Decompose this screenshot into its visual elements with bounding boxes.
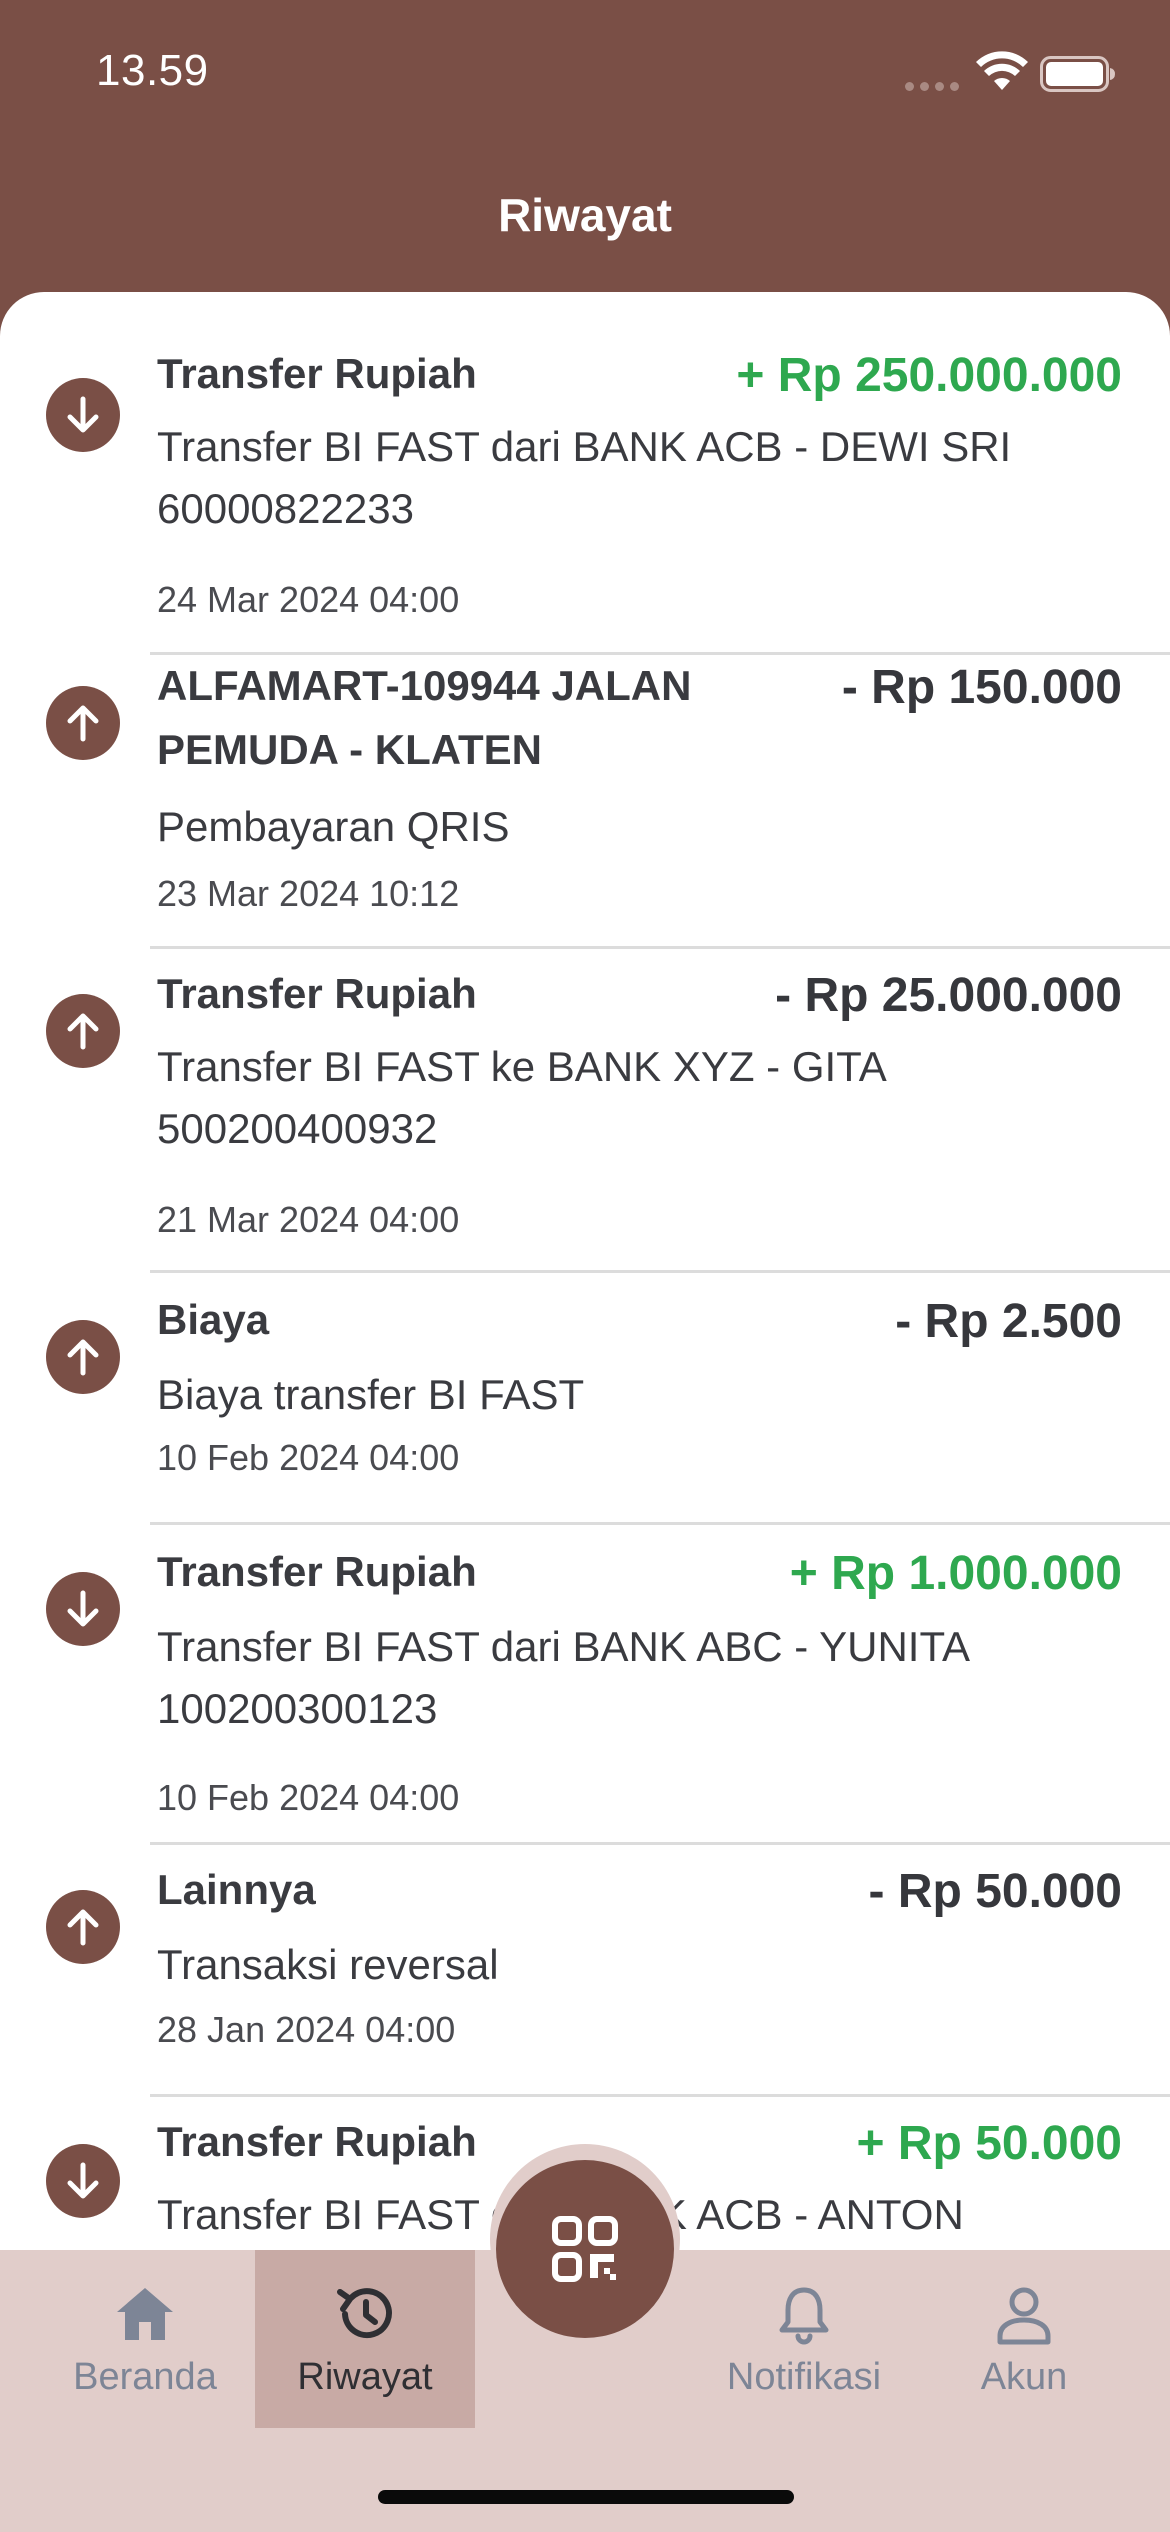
transaction-title: Transfer Rupiah (157, 2118, 477, 2165)
transaction-title: Lainnya (157, 1866, 316, 1913)
home-icon (117, 2288, 173, 2340)
transaction-description: Transfer BI FAST dari BANK ACB - DEWI SR… (157, 423, 1012, 532)
transaction-description: Transfer BI FAST dari BANK ABC - YUNITA … (157, 1623, 968, 1732)
user-icon (997, 2287, 1051, 2345)
transaction-title: Biaya (157, 1296, 270, 1343)
battery-icon (1040, 56, 1115, 92)
tab-label: Beranda (73, 2356, 217, 2398)
transaction-amount: + Rp 50.000 (856, 2117, 1123, 2170)
history-icon (337, 2288, 392, 2339)
cellular-signal-icon (905, 82, 961, 92)
arrow-down-icon (46, 2144, 120, 2218)
arrow-up-icon (46, 686, 120, 760)
transaction-title: ALFAMART-109944 JALAN PEMUDA - KLATEN (157, 662, 692, 773)
tab-akun[interactable]: Akun (914, 2250, 1134, 2428)
transaction-description: Transaksi reversal (157, 1941, 499, 1988)
transaction-description: Biaya transfer BI FAST (157, 1371, 585, 1418)
transaction-date: 24 Mar 2024 04:00 (157, 579, 460, 620)
transaction-date: 23 Mar 2024 10:12 (157, 873, 460, 914)
tab-label: Notifikasi (726, 2356, 882, 2398)
arrow-up-icon (46, 1890, 120, 1964)
bell-icon (779, 2287, 829, 2345)
wifi-icon (976, 51, 1028, 90)
arrow-up-icon (46, 994, 120, 1068)
page-title: Riwayat (498, 189, 672, 241)
status-bar: 13.59 (0, 0, 1170, 150)
status-time: 13.59 (96, 46, 209, 95)
tab-label: Riwayat (297, 2356, 433, 2398)
transaction-date: 10 Feb 2024 04:00 (157, 1777, 460, 1818)
qris-scan-button[interactable] (496, 2160, 674, 2338)
divider (150, 1842, 1170, 1845)
transaction-amount: + Rp 250.000.000 (736, 349, 1122, 402)
transaction-description: Pembayaran QRIS (157, 803, 510, 850)
tab-label: Akun (980, 2356, 1068, 2398)
transaction-title: Transfer Rupiah (157, 350, 477, 397)
transaction-amount: + Rp 1.000.000 (789, 1547, 1122, 1600)
transaction-amount: - Rp 150.000 (841, 661, 1122, 714)
home-indicator (378, 2490, 794, 2504)
transaction-list[interactable]: Transfer Rupiah + Rp 250.000.000 Transfe… (0, 292, 1170, 2292)
divider (150, 1522, 1170, 1525)
transaction-amount: - Rp 50.000 (868, 1865, 1122, 1918)
transaction-date: 28 Jan 2024 04:00 (157, 2009, 456, 2050)
arrow-down-icon (46, 378, 120, 452)
tab-beranda[interactable]: Beranda (35, 2250, 255, 2428)
transaction-title: Transfer Rupiah (157, 1548, 477, 1595)
arrow-up-icon (46, 1320, 120, 1394)
transaction-date: 10 Feb 2024 04:00 (157, 1437, 460, 1478)
tab-riwayat[interactable]: Riwayat (255, 2250, 475, 2428)
transaction-amount: - Rp 25.000.000 (775, 969, 1122, 1022)
divider (150, 2094, 1170, 2097)
divider (150, 1270, 1170, 1273)
arrow-down-icon (46, 1572, 120, 1646)
divider (150, 946, 1170, 949)
transaction-date: 21 Mar 2024 04:00 (157, 1199, 460, 1240)
transaction-amount: - Rp 2.500 (895, 1295, 1122, 1348)
transaction-title: Transfer Rupiah (157, 970, 477, 1017)
tab-notifikasi[interactable]: Notifikasi (694, 2250, 914, 2428)
qr-scan-icon (552, 2216, 618, 2282)
transaction-description: Transfer BI FAST ke BANK XYZ - GITA 5002… (157, 1043, 885, 1152)
